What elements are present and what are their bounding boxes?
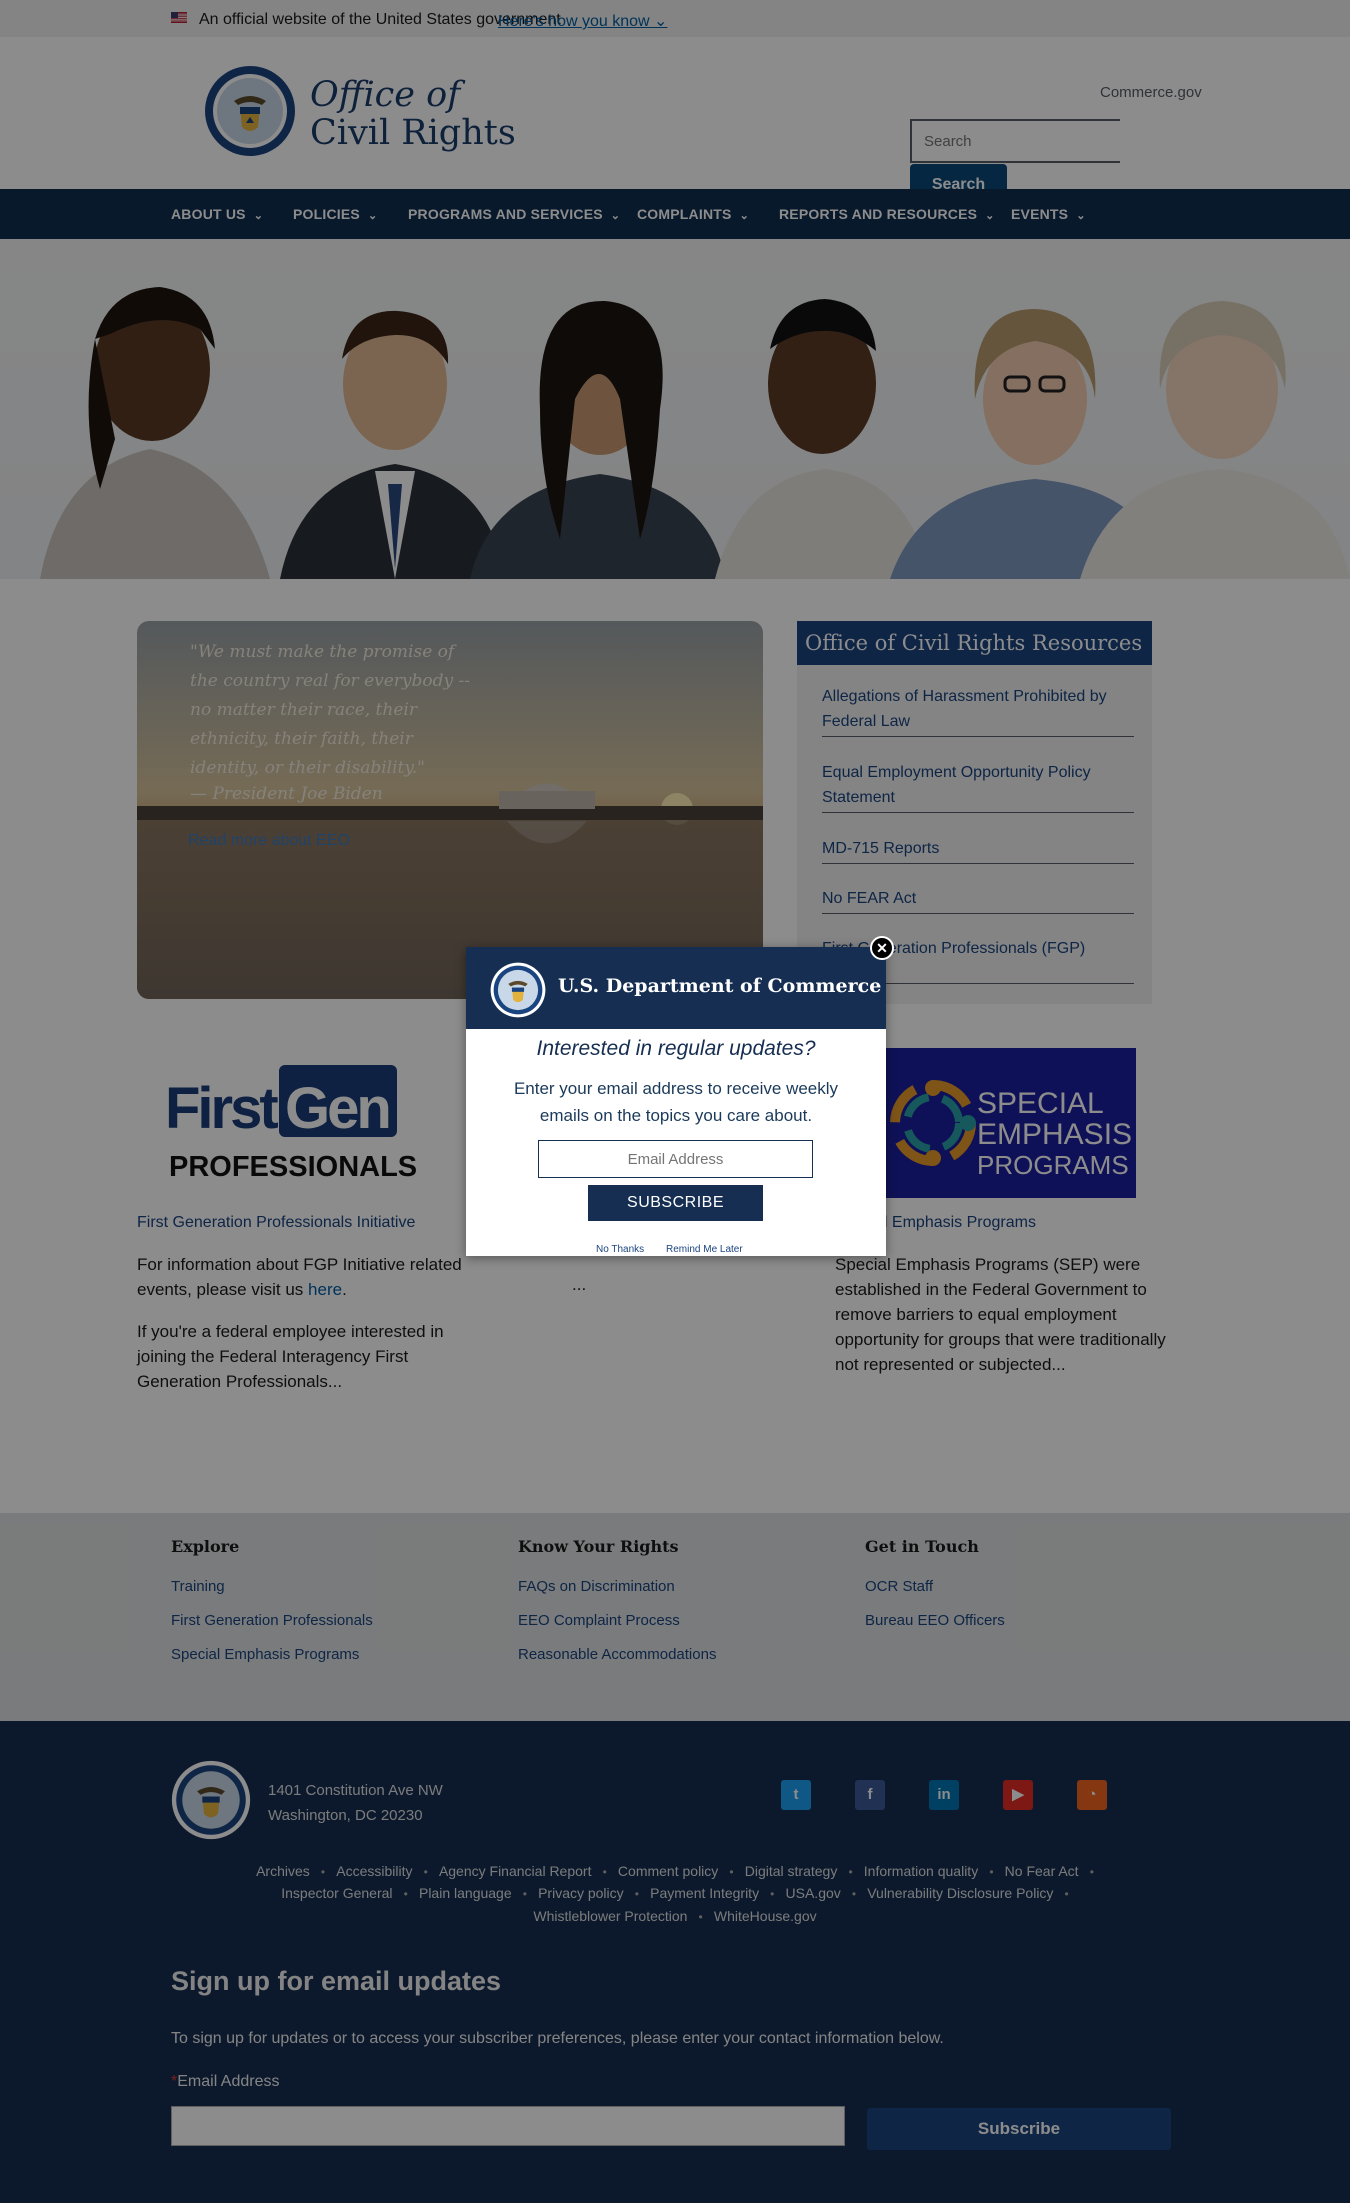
remind-me-later-link[interactable]: Remind Me Later — [666, 1244, 743, 1255]
modal-subscribe-button[interactable]: SUBSCRIBE — [588, 1185, 763, 1221]
modal-org-name: U.S. Department of Commerce — [558, 975, 882, 997]
modal-email-input[interactable] — [538, 1140, 813, 1178]
commerce-seal-logo — [490, 962, 546, 1018]
close-icon[interactable]: ✕ — [870, 936, 894, 960]
no-thanks-link[interactable]: No Thanks — [596, 1244, 644, 1255]
modal-question: Interested in regular updates? — [536, 1037, 816, 1060]
modal-description: Enter your email address to receive week… — [513, 1079, 839, 1125]
